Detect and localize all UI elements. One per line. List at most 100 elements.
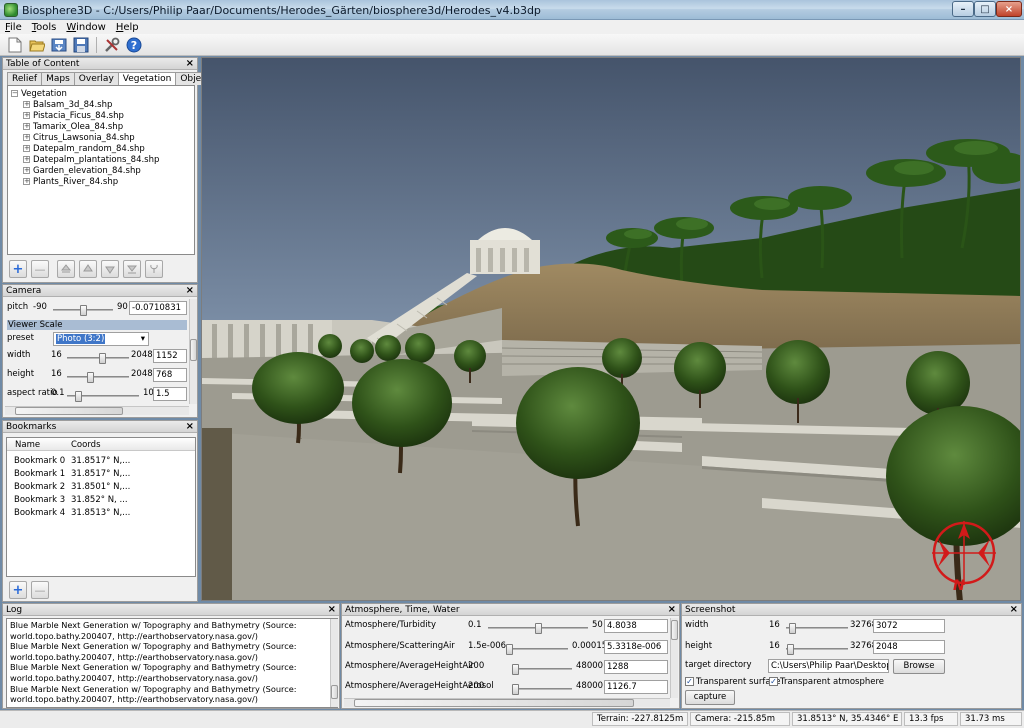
- atmosphere-hscroll[interactable]: [344, 698, 670, 707]
- tree-item[interactable]: + Garden_elevation_84.shp: [23, 166, 141, 176]
- height-aerosol-field[interactable]: 1126.7: [604, 680, 668, 694]
- scroll-thumb[interactable]: [331, 685, 338, 699]
- move-up-button[interactable]: [79, 260, 97, 278]
- tree-item[interactable]: + Pistacia_Ficus_84.shp: [23, 111, 124, 121]
- height-air-field[interactable]: 1288: [604, 660, 668, 674]
- width-field[interactable]: 1152: [153, 349, 187, 363]
- move-down-button[interactable]: [101, 260, 119, 278]
- log-close-button[interactable]: ×: [328, 604, 336, 616]
- scroll-thumb[interactable]: [354, 699, 634, 707]
- turbidity-slider[interactable]: [488, 623, 588, 634]
- scroll-thumb[interactable]: [671, 620, 678, 640]
- slider-thumb[interactable]: [788, 623, 796, 634]
- atmosphere-vscroll[interactable]: [670, 618, 678, 698]
- expand-icon[interactable]: +: [23, 123, 30, 130]
- column-coords[interactable]: Coords: [71, 440, 101, 450]
- height-field[interactable]: 768: [153, 368, 187, 382]
- width-slider[interactable]: [67, 353, 129, 364]
- minimize-button[interactable]: –: [952, 1, 974, 17]
- tree-item[interactable]: + Citrus_Lawsonia_84.shp: [23, 133, 135, 143]
- height-air-slider[interactable]: [512, 664, 572, 675]
- turbidity-field[interactable]: 4.8038: [604, 619, 668, 633]
- pitch-field[interactable]: -0.0710831: [129, 301, 187, 315]
- vegetation-settings-button[interactable]: [145, 260, 163, 278]
- slider-thumb[interactable]: [86, 372, 94, 383]
- camera-close-button[interactable]: ×: [186, 285, 194, 297]
- screenshot-height-field[interactable]: 2048: [873, 640, 945, 654]
- tree-root[interactable]: − Vegetation: [11, 89, 67, 99]
- menu-file[interactable]: File: [0, 22, 27, 33]
- screenshot-close-button[interactable]: ×: [1010, 604, 1018, 616]
- aspect-field[interactable]: 1.5: [153, 387, 187, 401]
- screenshot-width-field[interactable]: 3072: [873, 619, 945, 633]
- expand-icon[interactable]: +: [23, 178, 30, 185]
- slider-thumb[interactable]: [786, 644, 794, 655]
- atmosphere-close-button[interactable]: ×: [668, 604, 676, 616]
- height-aerosol-slider[interactable]: [512, 684, 572, 695]
- transparent-atmosphere-checkbox[interactable]: ✓: [769, 677, 778, 686]
- expand-icon[interactable]: +: [23, 167, 30, 174]
- table-row[interactable]: Bookmark 4 31.8513° N,...: [7, 508, 195, 521]
- add-layer-button[interactable]: +: [9, 260, 27, 278]
- tree-item[interactable]: + Balsam_3d_84.shp: [23, 100, 112, 110]
- slider-thumb[interactable]: [512, 664, 519, 675]
- tools-icon[interactable]: [103, 36, 121, 54]
- screenshot-height-slider[interactable]: [786, 644, 848, 655]
- expand-icon[interactable]: +: [23, 101, 30, 108]
- scroll-thumb[interactable]: [15, 407, 123, 415]
- scene-render[interactable]: N: [202, 58, 1021, 601]
- table-row[interactable]: Bookmark 1 31.8517° N,...: [7, 469, 195, 482]
- move-top-button[interactable]: [57, 260, 75, 278]
- slider-thumb[interactable]: [512, 684, 519, 695]
- scattering-field[interactable]: 5.3318e-006: [604, 640, 668, 654]
- slider-thumb[interactable]: [506, 644, 514, 655]
- new-document-icon[interactable]: [6, 36, 24, 54]
- tab-overlay[interactable]: Overlay: [73, 72, 119, 85]
- add-bookmark-button[interactable]: +: [9, 581, 27, 599]
- slider-thumb[interactable]: [80, 305, 87, 316]
- height-slider[interactable]: [67, 372, 129, 383]
- column-name[interactable]: Name: [15, 440, 40, 450]
- preset-select[interactable]: Photo (3:2) ▾: [53, 332, 149, 346]
- aspect-slider[interactable]: [67, 391, 139, 402]
- menu-window[interactable]: Window: [61, 22, 110, 33]
- browse-button[interactable]: Browse: [893, 659, 945, 674]
- tree-item[interactable]: + Datepalm_plantations_84.shp: [23, 155, 159, 165]
- screenshot-width-slider[interactable]: [786, 623, 848, 634]
- capture-button[interactable]: capture: [685, 690, 735, 705]
- tree-item[interactable]: + Plants_River_84.shp: [23, 177, 118, 187]
- toc-close-button[interactable]: ×: [186, 58, 194, 70]
- menu-help[interactable]: Help: [111, 22, 144, 33]
- expand-icon[interactable]: +: [23, 134, 30, 141]
- collapse-icon[interactable]: −: [11, 90, 18, 97]
- remove-layer-button[interactable]: —: [31, 260, 49, 278]
- table-row[interactable]: Bookmark 2 31.8501° N,...: [7, 482, 195, 495]
- remove-bookmark-button[interactable]: —: [31, 581, 49, 599]
- help-icon[interactable]: ?: [125, 36, 143, 54]
- close-window-button[interactable]: ×: [996, 1, 1022, 17]
- maximize-button[interactable]: □: [974, 1, 996, 17]
- tree-item[interactable]: + Tamarix_Olea_84.shp: [23, 122, 123, 132]
- expand-icon[interactable]: +: [23, 112, 30, 119]
- log-vscroll[interactable]: [330, 619, 338, 707]
- scroll-thumb[interactable]: [190, 339, 197, 361]
- slider-thumb[interactable]: [535, 623, 542, 634]
- transparent-surface-checkbox[interactable]: ✓: [685, 677, 694, 686]
- scattering-slider[interactable]: [506, 644, 568, 655]
- bookmarks-close-button[interactable]: ×: [186, 421, 194, 433]
- save-icon[interactable]: [72, 36, 90, 54]
- tab-vegetation[interactable]: Vegetation: [117, 72, 177, 86]
- camera-hscroll[interactable]: [5, 406, 189, 415]
- import-icon[interactable]: [50, 36, 68, 54]
- slider-thumb[interactable]: [74, 391, 82, 402]
- target-directory-field[interactable]: C:\Users\Philip Paar\Desktop: [768, 659, 889, 673]
- tab-relief[interactable]: Relief: [7, 72, 43, 85]
- table-row[interactable]: Bookmark 0 31.8517° N,...: [7, 456, 195, 469]
- tree-item[interactable]: + Datepalm_random_84.shp: [23, 144, 145, 154]
- table-row[interactable]: Bookmark 3 31.852° N, ...: [7, 495, 195, 508]
- move-bottom-button[interactable]: [123, 260, 141, 278]
- open-folder-icon[interactable]: [28, 36, 46, 54]
- expand-icon[interactable]: +: [23, 156, 30, 163]
- pitch-slider[interactable]: [53, 305, 113, 316]
- camera-vscroll[interactable]: [189, 299, 197, 404]
